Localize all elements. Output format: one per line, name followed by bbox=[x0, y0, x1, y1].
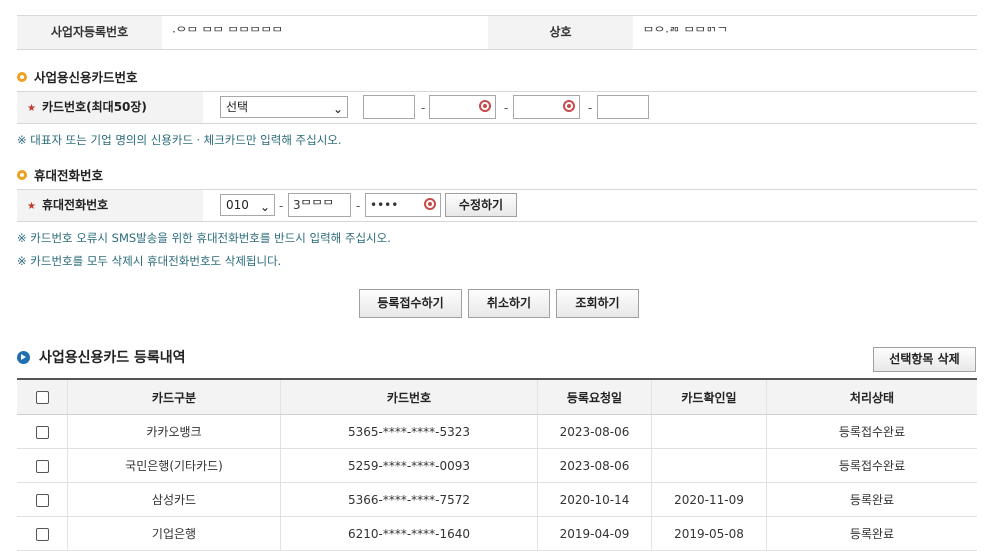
card-section-title: 사업용신용카드번호 bbox=[17, 67, 138, 86]
row-select-cell bbox=[17, 414, 68, 449]
row-request-date: 2019-04-09 bbox=[537, 516, 652, 551]
phone-dash-2: - bbox=[356, 199, 361, 213]
phone-label-text: 휴대전화번호 bbox=[41, 198, 109, 212]
chevron-down-icon: ⌄ bbox=[332, 102, 343, 116]
phone-label: ★ 휴대전화번호 bbox=[17, 190, 203, 221]
row-company: 기업은행 bbox=[67, 516, 281, 551]
delete-selected-button[interactable]: 선택항목 삭제 bbox=[873, 347, 976, 372]
table-row: 삼성카드 5366-****-****-7572 2020-10-14 2020… bbox=[17, 482, 977, 517]
column-header-status: 처리상태 bbox=[766, 378, 977, 415]
card-number-part1[interactable] bbox=[363, 95, 415, 119]
row-number: 5365-****-****-5323 bbox=[280, 414, 538, 449]
row-status: 등록완료 bbox=[766, 482, 977, 517]
row-number: 5259-****-****-0093 bbox=[280, 448, 538, 483]
row-confirm-date bbox=[651, 414, 767, 449]
business-reg-label: 사업자등록번호 bbox=[17, 16, 162, 49]
phone-section-title: 휴대전화번호 bbox=[17, 165, 103, 184]
card-company-select-value: 선택 bbox=[226, 100, 249, 114]
row-confirm-date: 2019-05-08 bbox=[651, 516, 767, 551]
card-dash-1: - bbox=[421, 101, 426, 115]
chevron-down-icon: ⌄ bbox=[259, 200, 270, 214]
phone-dash-1: - bbox=[279, 199, 284, 213]
phone-last-value: •••• bbox=[370, 198, 399, 212]
business-info-row: 사업자등록번호 ·ᄋᄆ ᄆᄆ ᄆᄆᄆᄆᄆ 상호 ᄆᄋ·ᄅᄆ ᄆᄆᄆᄀᄀ bbox=[17, 15, 977, 50]
row-confirm-date bbox=[651, 448, 767, 483]
business-name-label: 상호 bbox=[488, 16, 633, 49]
row-select-cell bbox=[17, 448, 68, 483]
card-number-part4[interactable] bbox=[597, 95, 649, 119]
phone-prefix-value: 010 bbox=[226, 198, 249, 212]
row-company: 삼성카드 bbox=[67, 482, 281, 517]
table-header-row: 카드구분 카드번호 등록요청일 카드확인일 처리상태 bbox=[17, 378, 977, 415]
card-section-title-text: 사업용신용카드번호 bbox=[34, 70, 138, 85]
table-row: 기업은행 6210-****-****-1640 2019-04-09 2019… bbox=[17, 516, 977, 551]
card-dash-2: - bbox=[504, 101, 509, 115]
phone-prefix-select[interactable]: 010 ⌄ bbox=[220, 194, 275, 216]
row-select-cell bbox=[17, 482, 68, 517]
required-star-icon: ★ bbox=[27, 103, 36, 114]
card-number-part2[interactable] bbox=[429, 95, 496, 119]
phone-note-1: ※ 카드번호 오류시 SMS발송을 위한 휴대전화번호를 반드시 입력해 주십시… bbox=[17, 231, 391, 245]
row-select-cell bbox=[17, 516, 68, 551]
card-number-row: ★ 카드번호(최대50장) bbox=[17, 91, 977, 124]
orange-bullet-icon bbox=[17, 169, 27, 180]
password-eye-icon[interactable] bbox=[479, 100, 491, 112]
row-checkbox[interactable] bbox=[35, 425, 49, 439]
row-status: 등록완료 bbox=[766, 516, 977, 551]
required-star-icon: ★ bbox=[27, 201, 36, 212]
row-request-date: 2023-08-06 bbox=[537, 414, 652, 449]
card-company-select[interactable]: 선택 ⌄ bbox=[220, 96, 348, 118]
business-name-value: ᄆᄋ·ᄅᄆ ᄆᄆᄆᄀᄀ bbox=[643, 25, 728, 39]
password-eye-icon[interactable] bbox=[424, 198, 436, 210]
register-button[interactable]: 등록접수하기 bbox=[359, 289, 462, 318]
row-number: 5366-****-****-7572 bbox=[280, 482, 538, 517]
column-header-request-date: 등록요청일 bbox=[537, 378, 652, 415]
password-eye-icon[interactable] bbox=[563, 100, 575, 112]
card-list-table: 카드구분 카드번호 등록요청일 카드확인일 처리상태 카카오뱅크 5365-**… bbox=[17, 378, 977, 551]
table-row: 카카오뱅크 5365-****-****-5323 2023-08-06 등록접… bbox=[17, 414, 977, 449]
card-number-part3[interactable] bbox=[513, 95, 580, 119]
phone-middle-input[interactable]: 3ᄆᄆᄆ bbox=[288, 193, 351, 217]
select-all-checkbox[interactable] bbox=[35, 391, 49, 404]
table-row: 국민은행(기타카드) 5259-****-****-0093 2023-08-0… bbox=[17, 448, 977, 483]
row-request-date: 2023-08-06 bbox=[537, 448, 652, 483]
row-confirm-date: 2020-11-09 bbox=[651, 482, 767, 517]
row-request-date: 2020-10-14 bbox=[537, 482, 652, 517]
row-company: 카카오뱅크 bbox=[67, 414, 281, 449]
column-header-confirm-date: 카드확인일 bbox=[651, 378, 767, 415]
phone-edit-button[interactable]: 수정하기 bbox=[445, 193, 517, 217]
row-status: 등록접수완료 bbox=[766, 414, 977, 449]
card-number-label: ★ 카드번호(최대50장) bbox=[17, 92, 203, 123]
select-all-cell bbox=[17, 378, 68, 415]
lookup-button[interactable]: 조회하기 bbox=[556, 289, 639, 318]
row-checkbox[interactable] bbox=[35, 527, 49, 541]
list-section-title: 사업용신용카드 등록내역 bbox=[17, 347, 186, 367]
row-company: 국민은행(기타카드) bbox=[67, 448, 281, 483]
row-status: 등록접수완료 bbox=[766, 448, 977, 483]
card-dash-3: - bbox=[588, 101, 593, 115]
column-header-company: 카드구분 bbox=[67, 378, 281, 415]
list-section-title-text: 사업용신용카드 등록내역 bbox=[39, 350, 186, 366]
orange-bullet-icon bbox=[17, 71, 27, 82]
card-number-label-text: 카드번호(최대50장) bbox=[41, 100, 147, 114]
cancel-button[interactable]: 취소하기 bbox=[468, 289, 550, 318]
row-checkbox[interactable] bbox=[35, 459, 49, 473]
blue-arrow-bullet-icon bbox=[17, 350, 30, 364]
phone-last-input[interactable]: •••• bbox=[365, 193, 441, 217]
row-number: 6210-****-****-1640 bbox=[280, 516, 538, 551]
business-reg-value: ·ᄋᄆ ᄆᄆ ᄆᄆᄆᄆᄆ bbox=[172, 25, 283, 39]
phone-note-2: ※ 카드번호를 모두 삭제시 휴대전화번호도 삭제됩니다. bbox=[17, 254, 282, 268]
column-header-number: 카드번호 bbox=[280, 378, 538, 415]
phone-section-title-text: 휴대전화번호 bbox=[34, 168, 104, 183]
row-checkbox[interactable] bbox=[35, 493, 49, 507]
card-note: ※ 대표자 또는 기업 명의의 신용카드ㆍ체크카드만 입력해 주십시오. bbox=[17, 133, 342, 147]
